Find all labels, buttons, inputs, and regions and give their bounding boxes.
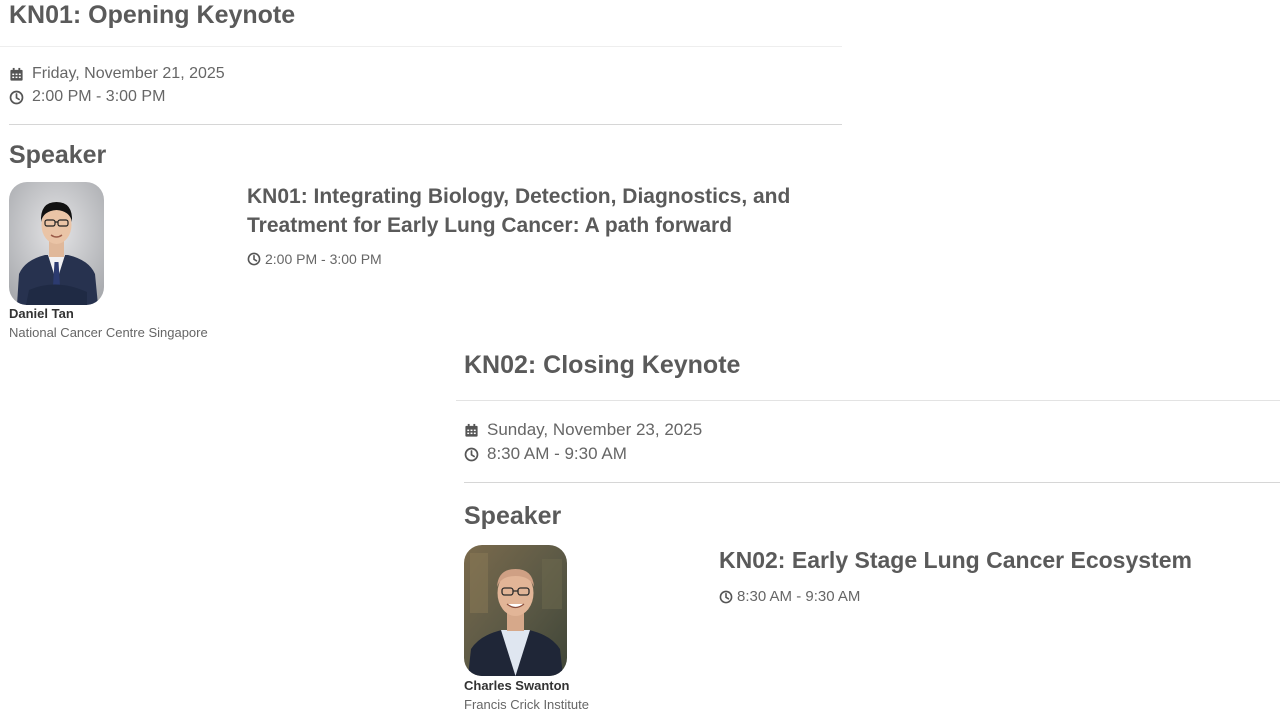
- session-date: Sunday, November 23, 2025: [464, 420, 702, 440]
- clock-icon: [464, 447, 479, 462]
- clock-icon: [9, 90, 24, 105]
- avatar[interactable]: [464, 545, 567, 676]
- avatar[interactable]: [9, 182, 104, 305]
- talk-title[interactable]: KN02: Early Stage Lung Cancer Ecosystem: [719, 546, 1279, 575]
- session-date-text: Sunday, November 23, 2025: [487, 420, 703, 439]
- talk-time: 2:00 PM - 3:00 PM: [247, 251, 382, 267]
- session-time-text: 8:30 AM - 9:30 AM: [487, 444, 627, 463]
- clock-icon: [719, 590, 733, 604]
- calendar-icon: [9, 67, 24, 82]
- talk-time-text: 2:00 PM - 3:00 PM: [265, 251, 382, 267]
- session-time: 8:30 AM - 9:30 AM: [464, 444, 627, 464]
- talk-time-text: 8:30 AM - 9:30 AM: [737, 588, 861, 605]
- divider: [0, 46, 842, 47]
- speaker-name[interactable]: Charles Swanton: [464, 678, 569, 693]
- session-time-text: 2:00 PM - 3:00 PM: [32, 88, 166, 105]
- session-time: 2:00 PM - 3:00 PM: [9, 88, 165, 106]
- divider: [456, 400, 1280, 401]
- speaker-name[interactable]: Daniel Tan: [9, 306, 74, 321]
- talk-time: 8:30 AM - 9:30 AM: [719, 588, 860, 605]
- session-date: Friday, November 21, 2025: [9, 65, 225, 83]
- session-date-text: Friday, November 21, 2025: [32, 65, 225, 82]
- talk-title[interactable]: KN01: Integrating Biology, Detection, Di…: [247, 182, 842, 240]
- divider: [464, 482, 1280, 483]
- speaker-heading: Speaker: [464, 502, 562, 530]
- clock-icon: [247, 252, 261, 266]
- speaker-affiliation: National Cancer Centre Singapore: [9, 325, 208, 340]
- session-title: KN02: Closing Keynote: [464, 351, 741, 379]
- divider: [9, 124, 842, 125]
- speaker-affiliation: Francis Crick Institute: [464, 697, 589, 712]
- session-title: KN01: Opening Keynote: [9, 1, 296, 29]
- calendar-icon: [464, 423, 479, 438]
- speaker-heading: Speaker: [9, 141, 107, 169]
